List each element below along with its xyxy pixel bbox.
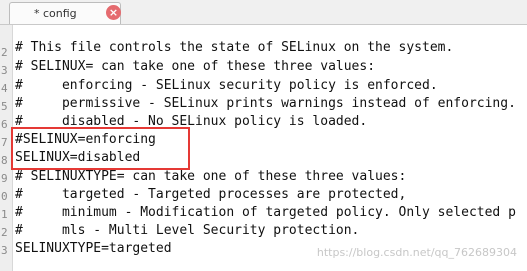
code-line[interactable]: # SELINUXTYPE= can take one of these thr… [15,168,406,186]
watermark: https://blog.csdn.net/qq_762689304 [316,246,517,259]
tab-bar: * config × [0,0,527,25]
code-line[interactable]: SELINUXTYPE=targeted [15,240,172,258]
tab-config[interactable]: * config × [9,2,121,24]
line-number: 2 [1,46,8,59]
code-line[interactable]: # targeted - Targeted processes are prot… [15,186,406,204]
line-number: 7 [1,136,8,149]
line-number: 6 [1,118,8,131]
line-number: 0 [1,190,8,203]
line-number: 8 [1,154,8,167]
code-line[interactable]: # mls - Multi Level Security protection. [15,222,359,240]
line-number: 9 [1,172,8,185]
line-number: 4 [1,82,8,95]
code-line[interactable]: # enforcing - SELinux security policy is… [15,77,438,95]
line-number: 3 [1,244,8,257]
line-number: 1 [1,208,8,221]
line-number: 5 [1,100,8,113]
code-line[interactable]: # SELINUX= can take one of these three v… [15,58,375,76]
highlight-box [11,127,190,170]
code-line[interactable]: # permissive - SELinux prints warnings i… [15,95,516,113]
code-line[interactable]: # This file controls the state of SELinu… [15,39,453,57]
line-number: 2 [1,226,8,239]
code-line[interactable]: # minimum - Modification of targeted pol… [15,204,516,222]
tab-title: * config [34,7,77,20]
line-number: 3 [1,64,8,77]
close-icon[interactable]: × [106,5,121,20]
